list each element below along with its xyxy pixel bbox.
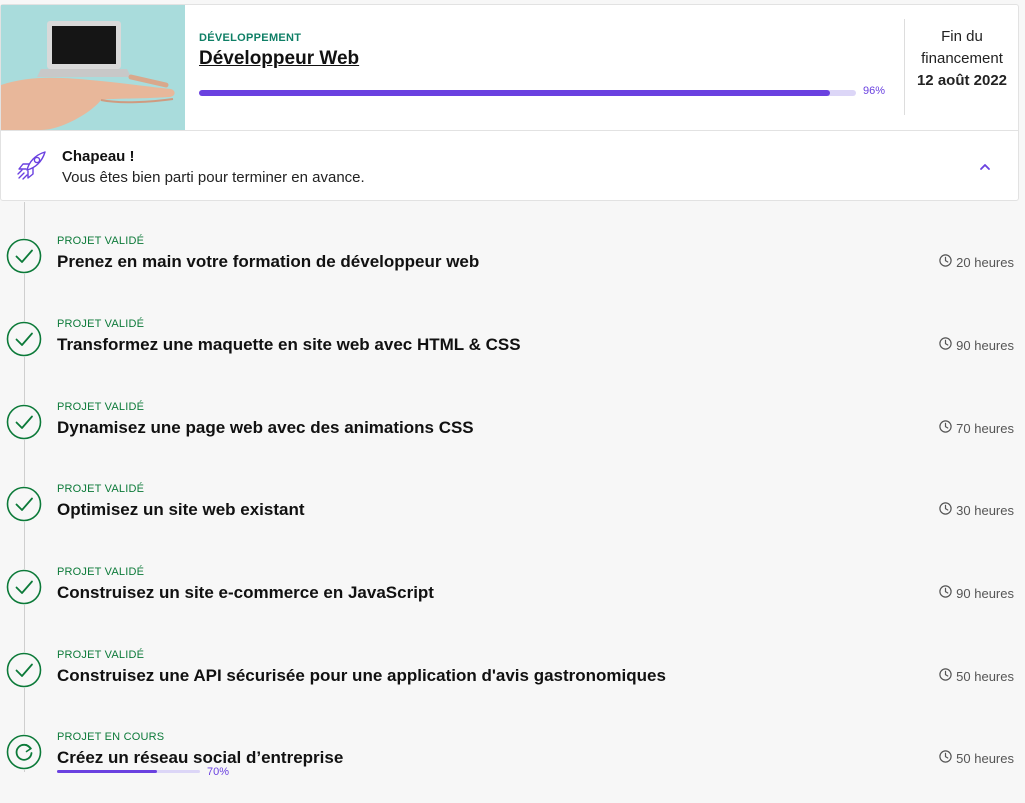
clock-icon [939,668,952,684]
duration-label: 50 heures [956,750,1014,766]
project-status: Projet validé [57,566,145,578]
project-title[interactable]: Construisez un site e-commerce en JavaSc… [57,583,434,603]
project-item[interactable]: Projet validé Optimisez un site web exist… [0,473,1025,533]
project-item[interactable]: Projet validé Prenez en main votre format… [0,225,1025,285]
course-card: Développement Développeur Web 96% Fin du… [0,4,1019,201]
duration-label: 70 heures [956,420,1014,436]
clock-icon [939,502,952,518]
project-progress-bar [57,770,200,773]
project-duration: 50 heures [939,750,1014,766]
funding-label: Fin du financement [921,28,1003,67]
project-title[interactable]: Créez un réseau social d’entreprise [57,748,343,768]
duration-label: 50 heures [956,668,1014,684]
rocket-icon [15,148,49,182]
clock-icon [939,420,952,436]
project-item[interactable]: Projet validé Construisez une API sécuris… [0,639,1025,699]
check-circle-icon [6,321,42,357]
project-status: Projet validé [57,649,145,661]
course-image [1,5,185,130]
project-status: Projet validé [57,401,145,413]
check-circle-icon [6,569,42,605]
project-duration: 20 heures [939,254,1014,270]
project-status: Projet en cours [57,731,165,743]
project-item[interactable]: Projet en cours Créez un réseau social d’… [0,721,1025,781]
project-title[interactable]: Optimisez un site web existant [57,500,305,520]
clock-icon [939,337,952,353]
project-item[interactable]: Projet validé Construisez un site e-comme… [0,556,1025,616]
refresh-circle-icon [6,734,42,770]
project-duration: 90 heures [939,337,1014,353]
project-title[interactable]: Transformez une maquette en site web ave… [57,335,521,355]
chevron-up-icon[interactable] [976,160,994,174]
course-progress-fill [199,90,830,96]
course-category: Développement [199,32,302,44]
clock-icon [939,254,952,270]
vertical-divider [904,19,905,115]
funding-end: Fin du financement 12 août 2022 [906,26,1018,92]
check-circle-icon [6,652,42,688]
congrats-message: Vous êtes bien parti pour terminer en av… [62,169,365,186]
check-circle-icon [6,238,42,274]
check-circle-icon [6,404,42,440]
course-progress-bar [199,90,856,96]
duration-label: 90 heures [956,337,1014,353]
project-duration: 30 heures [939,502,1014,518]
funding-date: 12 août 2022 [916,72,1008,89]
congrats-title: Chapeau ! [62,148,135,165]
clock-icon [939,585,952,601]
project-item[interactable]: Projet validé Transformez une maquette en… [0,308,1025,368]
project-progress-fill [57,770,158,773]
check-circle-icon [6,486,42,522]
project-item[interactable]: Projet validé Dynamisez une page web avec… [0,391,1025,451]
project-duration: 50 heures [939,668,1014,684]
project-title[interactable]: Prenez en main votre formation de dévelo… [57,252,479,272]
course-progress-percent: 96% [863,85,886,97]
project-status: Projet validé [57,483,145,495]
project-progress-percent: 70% [207,766,230,778]
clock-icon [939,750,952,766]
duration-label: 20 heures [956,254,1014,270]
project-title[interactable]: Dynamisez une page web avec des animatio… [57,418,474,438]
project-duration: 70 heures [939,420,1014,436]
project-status: Projet validé [57,235,145,247]
duration-label: 90 heures [956,585,1014,601]
project-duration: 90 heures [939,585,1014,601]
course-info: Développement Développeur Web 96% [199,32,889,97]
duration-label: 30 heures [956,502,1014,518]
project-status: Projet validé [57,318,145,330]
project-title[interactable]: Construisez une API sécurisée pour une a… [57,666,666,686]
course-title-link[interactable]: Développeur Web [199,48,359,70]
horizontal-divider [1,130,1018,131]
